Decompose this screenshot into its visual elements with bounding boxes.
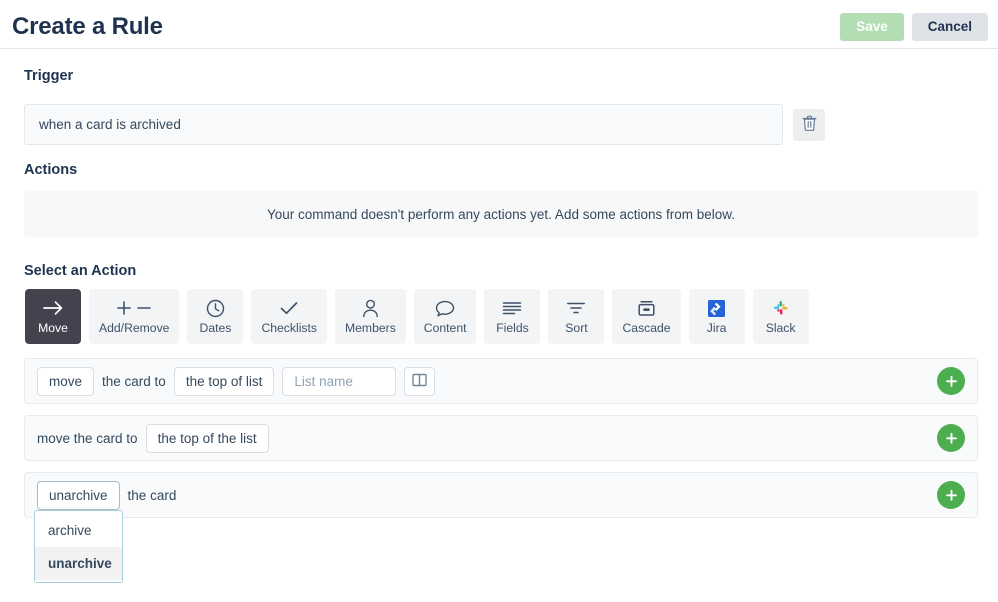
move-position-select[interactable]: the top of the list (145, 423, 269, 453)
actions-section-label: Actions (24, 162, 78, 178)
tab-label: Content (423, 321, 467, 336)
arrow-right-icon (42, 298, 64, 318)
board-columns-icon (412, 373, 428, 390)
list-name-input[interactable] (282, 366, 397, 396)
plus-minus-icon (117, 298, 152, 318)
command-row-unarchive-card: unarchive the card (24, 472, 978, 518)
delete-trigger-button[interactable] (793, 108, 825, 141)
dropdown-option-archive[interactable]: archive (35, 514, 122, 547)
add-action-button[interactable] (937, 481, 965, 509)
plus-icon (945, 375, 957, 387)
plus-icon (945, 432, 957, 444)
tab-label: Cascade (622, 321, 671, 336)
create-rule-page: Create a Rule Save Cancel Trigger when a… (0, 0, 998, 602)
tab-label: Jira (706, 321, 727, 336)
tab-label: Slack (765, 321, 796, 336)
add-action-button[interactable] (937, 424, 965, 452)
funnel-icon (566, 298, 586, 318)
tab-label: Add/Remove (99, 321, 170, 336)
slack-icon (772, 298, 790, 318)
plus-icon (945, 489, 957, 501)
tab-label: Move (38, 321, 68, 336)
tab-sort[interactable]: Sort (548, 289, 605, 344)
trigger-section-label: Trigger (24, 68, 74, 84)
archive-verb-dropdown-menu: archive unarchive (34, 510, 123, 583)
tab-add-remove[interactable]: Add/Remove (89, 289, 180, 344)
action-tab-strip: Move Add/Remove Dates Checklists Members… (25, 289, 809, 344)
board-picker-button[interactable] (404, 366, 436, 396)
page-header: Create a Rule Save Cancel (0, 0, 998, 49)
tab-dates[interactable]: Dates (187, 289, 244, 344)
trigger-value[interactable]: when a card is archived (24, 104, 783, 145)
command-row-move-top-of-list: move the card to the top of the list (24, 415, 978, 461)
save-button[interactable]: Save (840, 13, 904, 41)
select-action-section-label: Select an Action (24, 263, 137, 279)
move-verb-select[interactable]: move (37, 366, 95, 396)
trash-icon (802, 115, 817, 134)
tab-cascade[interactable]: Cascade (612, 289, 681, 344)
person-icon (362, 298, 379, 318)
tab-content[interactable]: Content (413, 289, 477, 344)
tab-fields[interactable]: Fields (484, 289, 541, 344)
tab-jira[interactable]: Jira (688, 289, 745, 344)
tab-label: Checklists (261, 321, 317, 336)
cancel-button[interactable]: Cancel (911, 13, 988, 41)
tab-slack[interactable]: Slack (752, 289, 809, 344)
command-static-text: the card to (102, 373, 166, 389)
command-row-move-to-list: move the card to the top of list (24, 358, 978, 404)
command-static-text: the card (127, 487, 177, 503)
command-row-fields: move the card to the top of list (37, 359, 436, 403)
archive-box-icon (637, 298, 656, 318)
tab-label: Members (345, 321, 396, 336)
tab-label: Fields (496, 321, 529, 336)
tab-checklists[interactable]: Checklists (251, 289, 327, 344)
trigger-row: when a card is archived (24, 104, 974, 145)
archive-verb-select[interactable]: unarchive (37, 480, 120, 510)
tab-label: Sort (565, 321, 588, 336)
clock-icon (206, 298, 225, 318)
add-action-button[interactable] (937, 367, 965, 395)
check-icon (279, 298, 299, 318)
tab-move[interactable]: Move (25, 289, 81, 344)
command-row-fields: move the card to the top of the list (37, 416, 269, 460)
page-title: Create a Rule (12, 13, 163, 40)
tab-members[interactable]: Members (335, 289, 406, 344)
dropdown-option-unarchive[interactable]: unarchive (35, 547, 122, 580)
list-lines-icon (502, 298, 522, 318)
header-actions: Save Cancel (840, 13, 988, 41)
command-static-text: move the card to (37, 430, 138, 446)
speech-bubble-icon (435, 298, 455, 318)
jira-icon (707, 298, 726, 318)
move-position-select[interactable]: the top of list (173, 366, 275, 396)
actions-empty-message: Your command doesn't perform any actions… (24, 191, 978, 237)
tab-label: Dates (199, 321, 232, 336)
